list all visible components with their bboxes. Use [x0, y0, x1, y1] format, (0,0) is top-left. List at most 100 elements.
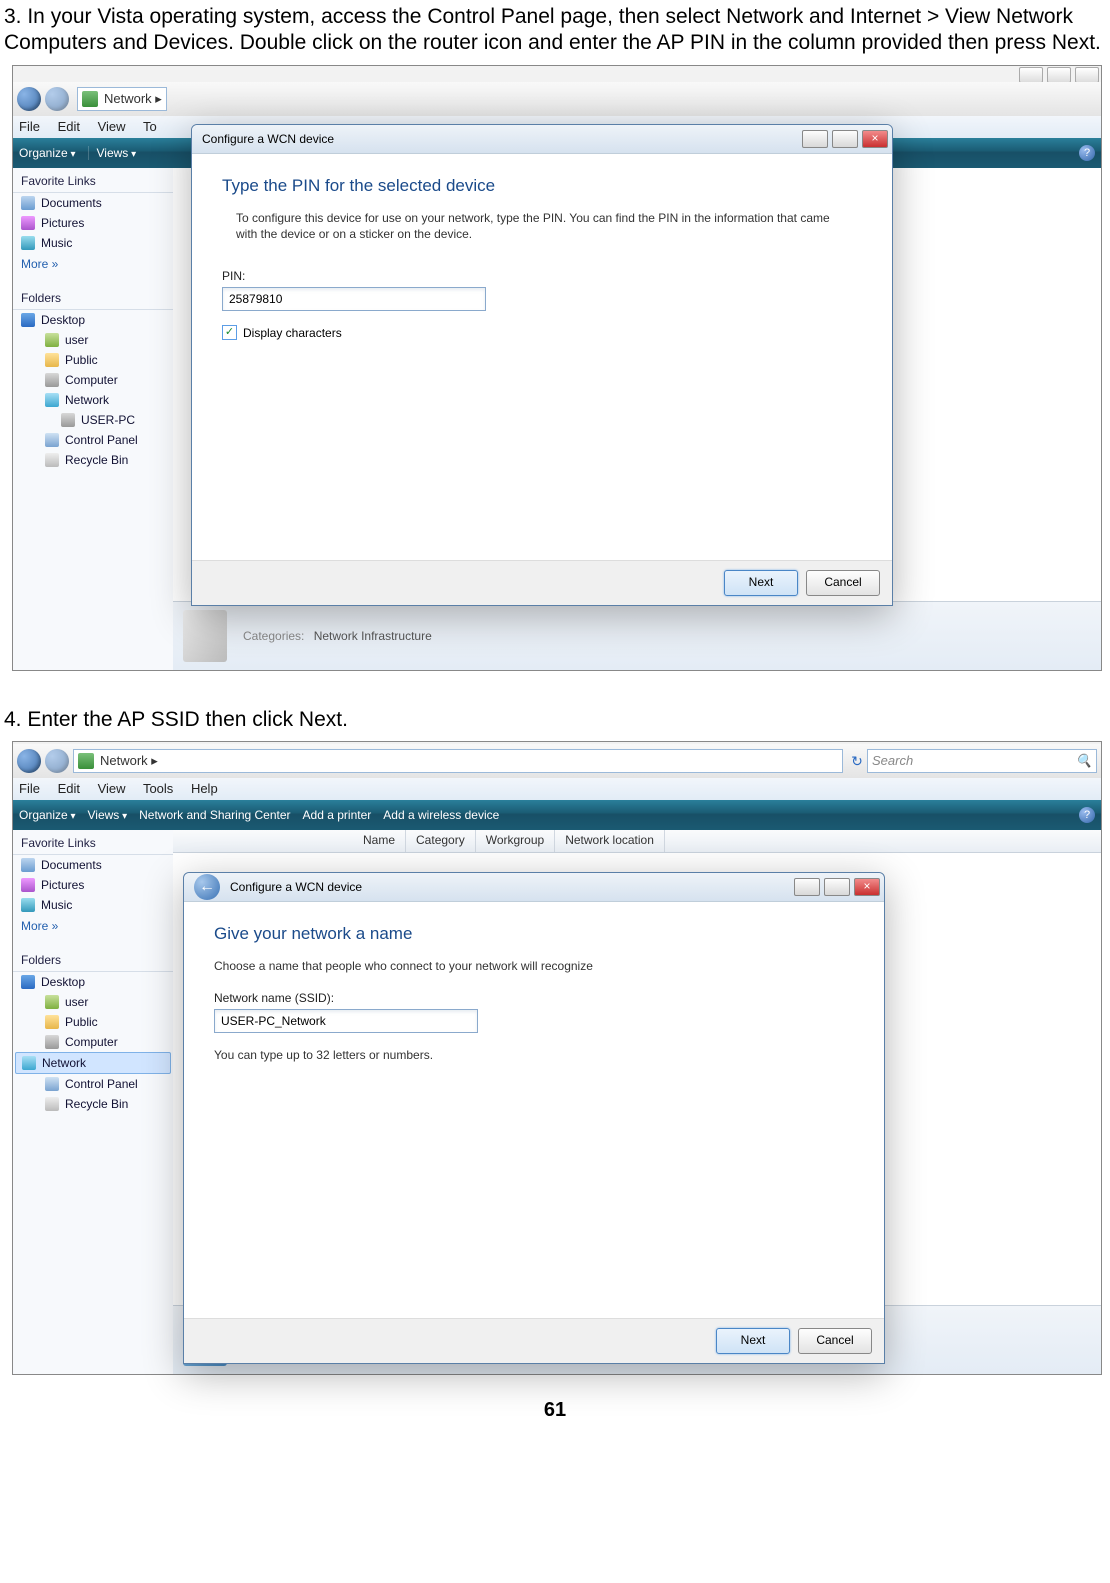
- col-name[interactable]: Name: [353, 830, 406, 852]
- tree-desktop[interactable]: Desktop: [13, 972, 173, 992]
- network-tree-icon: [45, 393, 59, 407]
- refresh-button[interactable]: ↻: [849, 753, 865, 769]
- menu-edit[interactable]: Edit: [58, 119, 80, 134]
- tree-user[interactable]: user: [37, 330, 173, 350]
- tree-userpc[interactable]: USER-PC: [53, 410, 173, 430]
- breadcrumb: Network ▸: [100, 753, 158, 769]
- dialog-close[interactable]: ×: [854, 878, 880, 896]
- menu-view[interactable]: View: [98, 119, 126, 134]
- dialog-heading: Type the PIN for the selected device: [222, 176, 862, 196]
- next-button[interactable]: Next: [724, 570, 798, 596]
- close-button[interactable]: [1075, 67, 1099, 83]
- forward-button[interactable]: [45, 749, 69, 773]
- dialog-back-button[interactable]: ←: [194, 874, 220, 900]
- add-wireless-button[interactable]: Add a wireless device: [383, 808, 499, 822]
- col-category[interactable]: Category: [406, 830, 476, 852]
- back-button[interactable]: [17, 87, 41, 111]
- help-button[interactable]: ?: [1079, 145, 1095, 161]
- column-headers[interactable]: Name Category Workgroup Network location: [173, 830, 1101, 853]
- dialog-heading: Give your network a name: [214, 924, 854, 944]
- folder-icon: [45, 353, 59, 367]
- menu-tools-cut[interactable]: To: [143, 119, 157, 134]
- pc-icon: [61, 413, 75, 427]
- router-large-icon: [183, 610, 227, 662]
- network-icon: [82, 91, 98, 107]
- add-printer-button[interactable]: Add a printer: [303, 808, 372, 822]
- help-button[interactable]: ?: [1079, 807, 1095, 823]
- tree-recycle-bin[interactable]: Recycle Bin: [37, 450, 173, 470]
- categories-label: Categories:: [243, 629, 304, 643]
- menu-file[interactable]: File: [19, 781, 40, 796]
- views-button[interactable]: Views: [88, 808, 128, 822]
- nsc-button[interactable]: Network and Sharing Center: [139, 808, 290, 822]
- dialog-titlebar[interactable]: Configure a WCN device ×: [192, 125, 892, 154]
- pictures-icon: [21, 216, 35, 230]
- cancel-button[interactable]: Cancel: [798, 1328, 872, 1354]
- step-3-text: 3. In your Vista operating system, acces…: [4, 4, 1102, 57]
- cancel-button[interactable]: Cancel: [806, 570, 880, 596]
- tree-network[interactable]: Network: [37, 390, 173, 410]
- organize-button[interactable]: Organize: [19, 808, 76, 822]
- breadcrumb: Network ▸: [104, 91, 162, 107]
- fav-pictures[interactable]: Pictures: [13, 875, 173, 895]
- minimize-button[interactable]: [1019, 67, 1043, 83]
- organize-button[interactable]: Organize: [19, 146, 76, 160]
- dialog-titlebar[interactable]: ← Configure a WCN device ×: [184, 873, 884, 902]
- menu-view[interactable]: View: [98, 781, 126, 796]
- favorites-header: Favorite Links: [13, 830, 173, 855]
- network-tree-icon: [22, 1056, 36, 1070]
- menu-edit[interactable]: Edit: [58, 781, 80, 796]
- fav-music[interactable]: Music: [13, 895, 173, 915]
- fav-documents[interactable]: Documents: [13, 855, 173, 875]
- forward-button[interactable]: [45, 87, 69, 111]
- col-location[interactable]: Network location: [555, 830, 665, 852]
- tree-desktop[interactable]: Desktop: [13, 310, 173, 330]
- tree-public[interactable]: Public: [37, 350, 173, 370]
- tree-user[interactable]: user: [37, 992, 173, 1012]
- pin-input[interactable]: 25879810: [222, 287, 486, 311]
- breadcrumb-box[interactable]: Network ▸: [73, 749, 843, 773]
- dialog-minimize[interactable]: [794, 878, 820, 896]
- maximize-button[interactable]: [1047, 67, 1071, 83]
- tree-control-panel[interactable]: Control Panel: [37, 430, 173, 450]
- fav-more[interactable]: More: [13, 253, 173, 275]
- tree-network-selected[interactable]: Network: [15, 1052, 171, 1074]
- breadcrumb-box[interactable]: Network ▸: [77, 87, 167, 111]
- menu-help[interactable]: Help: [191, 781, 218, 796]
- dialog-maximize[interactable]: [832, 130, 858, 148]
- tree-public[interactable]: Public: [37, 1012, 173, 1032]
- folders-header: Folders: [13, 947, 173, 972]
- search-icon: 🔍: [1076, 753, 1092, 769]
- tree-computer[interactable]: Computer: [37, 370, 173, 390]
- ssid-input[interactable]: USER-PC_Network: [214, 1009, 478, 1033]
- views-button[interactable]: Views: [88, 146, 137, 160]
- checkbox-icon: ✓: [222, 325, 237, 340]
- col-workgroup[interactable]: Workgroup: [476, 830, 555, 852]
- fav-more[interactable]: More: [13, 915, 173, 937]
- sidebar-2: Favorite Links Documents Pictures Music …: [13, 830, 174, 1374]
- tree-recycle-bin[interactable]: Recycle Bin: [37, 1094, 173, 1114]
- page-number: 61: [4, 1399, 1106, 1422]
- fav-music[interactable]: Music: [13, 233, 173, 253]
- menu-bar-2[interactable]: File Edit View Tools Help: [13, 778, 1101, 801]
- search-input[interactable]: Search 🔍: [867, 749, 1097, 773]
- wcn-ssid-dialog: ← Configure a WCN device × Give your net…: [183, 872, 885, 1364]
- display-characters-label: Display characters: [243, 326, 342, 340]
- tree-computer[interactable]: Computer: [37, 1032, 173, 1052]
- folders-header: Folders: [13, 285, 173, 310]
- menu-file[interactable]: File: [19, 119, 40, 134]
- tree-control-panel[interactable]: Control Panel: [37, 1074, 173, 1094]
- menu-tools[interactable]: Tools: [143, 781, 173, 796]
- next-button[interactable]: Next: [716, 1328, 790, 1354]
- dialog-minimize[interactable]: [802, 130, 828, 148]
- pin-label: PIN:: [222, 269, 862, 283]
- display-characters-checkbox[interactable]: ✓ Display characters: [222, 325, 862, 340]
- dialog-close[interactable]: ×: [862, 130, 888, 148]
- fav-documents[interactable]: Documents: [13, 193, 173, 213]
- back-button[interactable]: [17, 749, 41, 773]
- folder-icon: [45, 1015, 59, 1029]
- desktop-icon: [21, 975, 35, 989]
- wcn-pin-dialog: Configure a WCN device × Type the PIN fo…: [191, 124, 893, 606]
- fav-pictures[interactable]: Pictures: [13, 213, 173, 233]
- dialog-maximize[interactable]: [824, 878, 850, 896]
